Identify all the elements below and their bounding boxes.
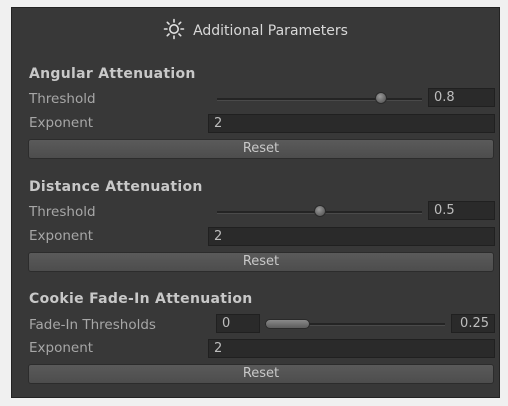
cookie-fade-in-attenuation-title: Cookie Fade-In Attenuation bbox=[29, 291, 253, 307]
angular-threshold-field[interactable]: 0.8 bbox=[428, 88, 495, 107]
panel-title: Additional Parameters bbox=[193, 23, 348, 39]
angular-attenuation-title: Angular Attenuation bbox=[29, 66, 196, 82]
distance-reset-button[interactable]: Reset bbox=[28, 252, 494, 272]
sun-icon bbox=[163, 18, 185, 40]
panel-header[interactable]: Additional Parameters bbox=[12, 8, 499, 54]
angular-reset-button[interactable]: Reset bbox=[28, 139, 494, 159]
cookie-exponent-label: Exponent bbox=[29, 340, 94, 356]
angular-threshold-slider[interactable] bbox=[217, 89, 422, 109]
distance-threshold-field[interactable]: 0.5 bbox=[428, 201, 495, 220]
angular-exponent-field[interactable]: 2 bbox=[208, 114, 495, 133]
minmax-range-handle[interactable] bbox=[265, 319, 310, 329]
cookie-exponent-field[interactable]: 2 bbox=[208, 339, 495, 358]
fade-in-max-field[interactable]: 0.25 bbox=[451, 314, 495, 333]
slider-track bbox=[217, 98, 422, 101]
angular-threshold-label: Threshold bbox=[29, 91, 96, 107]
distance-exponent-label: Exponent bbox=[29, 228, 94, 244]
fade-in-minmax-slider[interactable] bbox=[265, 314, 445, 334]
distance-threshold-label: Threshold bbox=[29, 204, 96, 220]
cookie-reset-button[interactable]: Reset bbox=[28, 364, 494, 384]
angular-exponent-label: Exponent bbox=[29, 115, 94, 131]
distance-attenuation-title: Distance Attenuation bbox=[29, 179, 203, 195]
distance-exponent-field[interactable]: 2 bbox=[208, 227, 495, 246]
fade-in-thresholds-label: Fade-In Thresholds bbox=[29, 317, 156, 333]
additional-parameters-panel: Additional Parameters Angular Attenuatio… bbox=[11, 7, 500, 398]
distance-threshold-slider[interactable] bbox=[217, 202, 422, 222]
slider-knob[interactable] bbox=[375, 92, 387, 104]
fade-in-min-field[interactable]: 0 bbox=[216, 314, 260, 333]
slider-knob[interactable] bbox=[313, 205, 326, 217]
